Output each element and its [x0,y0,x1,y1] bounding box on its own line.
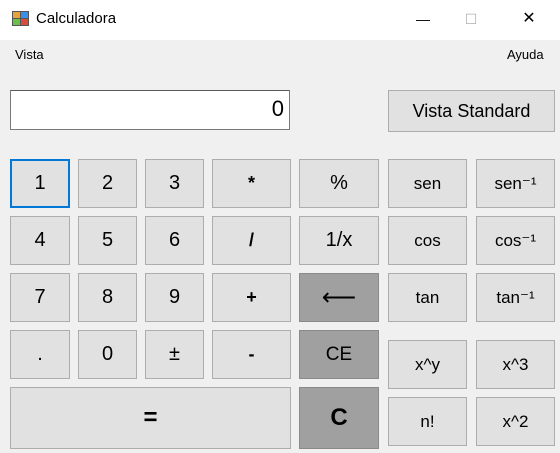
maximize-button[interactable]: ☐ [448,0,494,38]
power-button[interactable]: x^y [388,340,467,389]
menu-vista[interactable]: Vista [15,47,44,62]
square-button[interactable]: x^2 [476,397,555,446]
menu-ayuda[interactable]: Ayuda [507,47,544,62]
clear-button[interactable]: C [299,387,379,449]
cos-button[interactable]: cos [388,216,467,265]
menu-bar: Vista Ayuda [0,40,560,70]
cube-button[interactable]: x^3 [476,340,555,389]
key-7[interactable]: 7 [10,273,70,322]
sen-button[interactable]: sen [388,159,467,208]
key-0[interactable]: 0 [78,330,137,379]
add-button[interactable]: + [212,273,291,322]
key-2[interactable]: 2 [78,159,137,208]
key-1[interactable]: 1 [10,159,70,208]
percent-button[interactable]: % [299,159,379,208]
clear-entry-button[interactable]: CE [299,330,379,379]
arccos-button[interactable]: cos⁻¹ [476,216,555,265]
window-title: Calculadora [36,10,117,27]
plus-minus-button[interactable]: ± [145,330,204,379]
backspace-button[interactable]: ⟵ [299,273,379,322]
key-6[interactable]: 6 [145,216,204,265]
key-8[interactable]: 8 [78,273,137,322]
key-9[interactable]: 9 [145,273,204,322]
tan-button[interactable]: tan [388,273,467,322]
title-bar: Calculadora — ☐ ✕ [0,0,560,40]
multiply-button[interactable]: * [212,159,291,208]
close-button[interactable]: ✕ [506,0,552,38]
equals-button[interactable]: = [10,387,291,449]
divide-button[interactable]: / [212,216,291,265]
arctan-button[interactable]: tan⁻¹ [476,273,555,322]
calculator-app-icon [12,11,29,26]
reciprocal-button[interactable]: 1/x [299,216,379,265]
vista-standard-button[interactable]: Vista Standard [388,90,555,132]
minimize-button[interactable]: — [400,0,446,38]
factorial-button[interactable]: n! [388,397,467,446]
key-3[interactable]: 3 [145,159,204,208]
calculator-display[interactable]: 0 [10,90,290,130]
decimal-point-button[interactable]: . [10,330,70,379]
arcsen-button[interactable]: sen⁻¹ [476,159,555,208]
key-4[interactable]: 4 [10,216,70,265]
subtract-button[interactable]: - [212,330,291,379]
key-5[interactable]: 5 [78,216,137,265]
display-value: 0 [271,96,284,121]
